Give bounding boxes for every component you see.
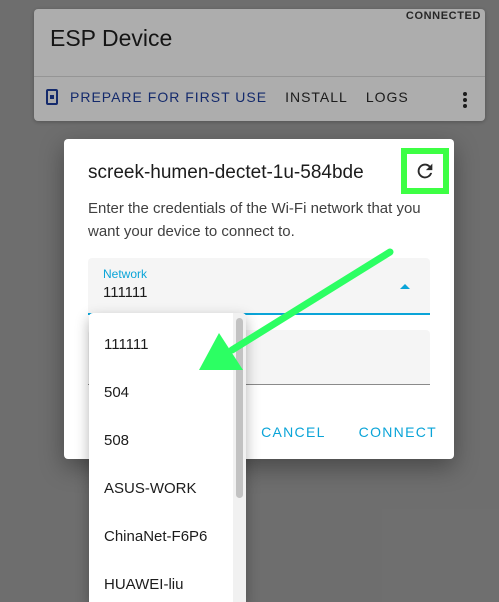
network-value: 111111 [103, 284, 148, 301]
dialog-actions: CANCEL CONNECT [228, 424, 437, 440]
network-option[interactable]: 504 [89, 369, 246, 417]
dialog-title: screek-humen-dectet-1u-584bde [88, 162, 364, 183]
dropdown-scrollbar[interactable] [233, 313, 246, 602]
network-option[interactable]: 111111 [89, 321, 246, 369]
network-option[interactable]: ChinaNet-F6P6 [89, 513, 246, 561]
cancel-button[interactable]: CANCEL [261, 424, 326, 440]
network-select[interactable]: Network 111111 [88, 258, 430, 315]
dropdown-arrow-icon[interactable] [400, 284, 410, 289]
network-label: Network [103, 267, 148, 281]
refresh-button[interactable] [401, 148, 449, 194]
network-dropdown-menu: 111111 504 508 ASUS-WORK ChinaNet-F6P6 H… [89, 313, 246, 602]
network-option[interactable]: ASUS-WORK [89, 465, 246, 513]
network-option[interactable]: 508 [89, 417, 246, 465]
dialog-description: Enter the credentials of the Wi-Fi netwo… [88, 200, 421, 240]
connect-button[interactable]: CONNECT [359, 424, 437, 440]
network-option[interactable]: HUAWEI-liu [89, 561, 246, 602]
refresh-icon [417, 163, 433, 179]
scrollbar-thumb[interactable] [236, 318, 243, 498]
